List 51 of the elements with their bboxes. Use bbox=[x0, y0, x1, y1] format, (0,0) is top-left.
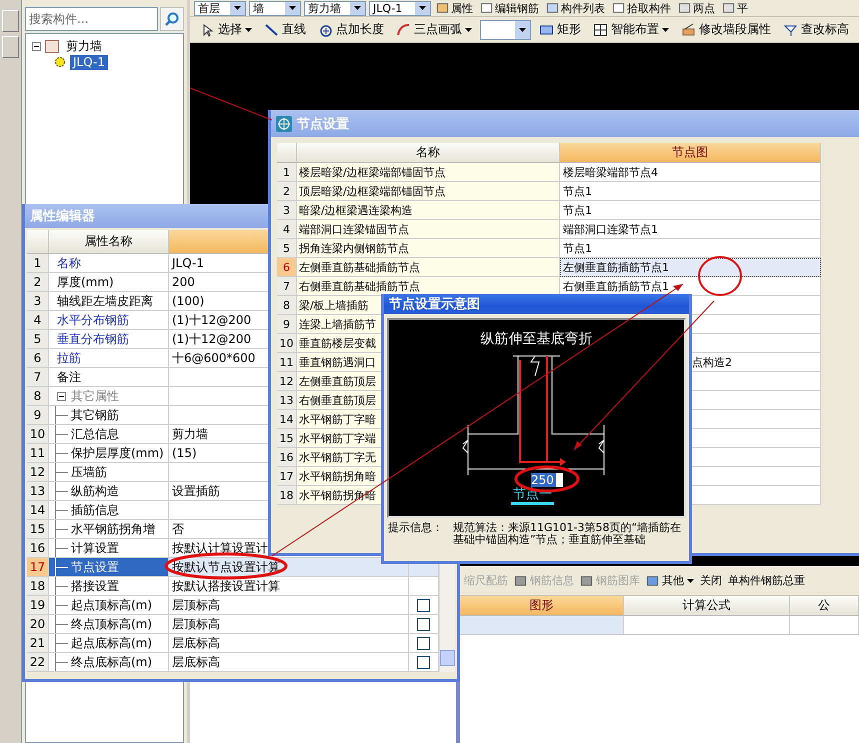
row-number: 13 bbox=[277, 391, 297, 410]
tip-label: 提示信息： bbox=[388, 522, 443, 534]
row-number: 6 bbox=[27, 349, 49, 368]
row-number: 18 bbox=[277, 486, 297, 505]
row-number: 1 bbox=[27, 254, 49, 273]
row-number: 10 bbox=[27, 425, 49, 444]
row-number: 11 bbox=[27, 444, 49, 463]
row-number: 18 bbox=[27, 577, 49, 596]
row-number: 12 bbox=[27, 463, 49, 482]
row-number: 1 bbox=[277, 163, 297, 182]
row-number: 7 bbox=[27, 368, 49, 387]
node-name: 顶层暗梁/边框梁端部锚固节点 bbox=[297, 182, 560, 201]
node-name: 右侧垂直筋基础插筋节点 bbox=[297, 277, 560, 296]
row-number: 15 bbox=[277, 429, 297, 448]
row-number: 17 bbox=[27, 558, 49, 577]
row-number: 14 bbox=[277, 410, 297, 429]
row-number: 22 bbox=[27, 653, 49, 672]
row-number: 13 bbox=[27, 482, 49, 501]
node-name: 端部洞口连梁锚固节点 bbox=[297, 220, 560, 239]
node-name: 左侧垂直筋基础插筋节点 bbox=[297, 258, 560, 277]
window-title: 节点设置示意图 bbox=[384, 294, 689, 314]
row-number: 4 bbox=[277, 220, 297, 239]
row-number: 3 bbox=[27, 292, 49, 311]
row-number: 7 bbox=[277, 277, 297, 296]
row-number: 2 bbox=[27, 273, 49, 292]
row-number: 11 bbox=[277, 353, 297, 372]
window-title-text: 节点设置 bbox=[297, 116, 349, 132]
node-name: 拐角连梁内侧钢筋节点 bbox=[297, 239, 560, 258]
row-number: 4 bbox=[27, 311, 49, 330]
row-number: 5 bbox=[27, 330, 49, 349]
row-number: 16 bbox=[277, 448, 297, 467]
node-name: 暗梁/边框梁遇连梁构造 bbox=[297, 201, 560, 220]
row-number: 8 bbox=[27, 387, 49, 406]
node-name: 楼层暗梁/边框梁端部锚固节点 bbox=[297, 163, 560, 182]
row-number: 14 bbox=[27, 501, 49, 520]
row-number: 9 bbox=[27, 406, 49, 425]
row-number: 9 bbox=[277, 315, 297, 334]
row-number: 3 bbox=[277, 201, 297, 220]
row-number: 12 bbox=[277, 372, 297, 391]
row-number: 15 bbox=[27, 520, 49, 539]
row-number: 19 bbox=[27, 596, 49, 615]
row-number: 8 bbox=[277, 296, 297, 315]
row-number: 17 bbox=[277, 467, 297, 486]
row-number: 5 bbox=[277, 239, 297, 258]
row-number: 6 bbox=[277, 258, 297, 277]
row-number: 2 bbox=[277, 182, 297, 201]
row-number: 21 bbox=[27, 634, 49, 653]
row-number: 20 bbox=[27, 615, 49, 634]
row-number: 10 bbox=[277, 334, 297, 353]
tip-text: 规范算法：来源11G101-3第58页的“墙插筋在基础中锚固构造”节点；垂直筋伸至基础 bbox=[453, 522, 682, 546]
row-number: 16 bbox=[27, 539, 49, 558]
